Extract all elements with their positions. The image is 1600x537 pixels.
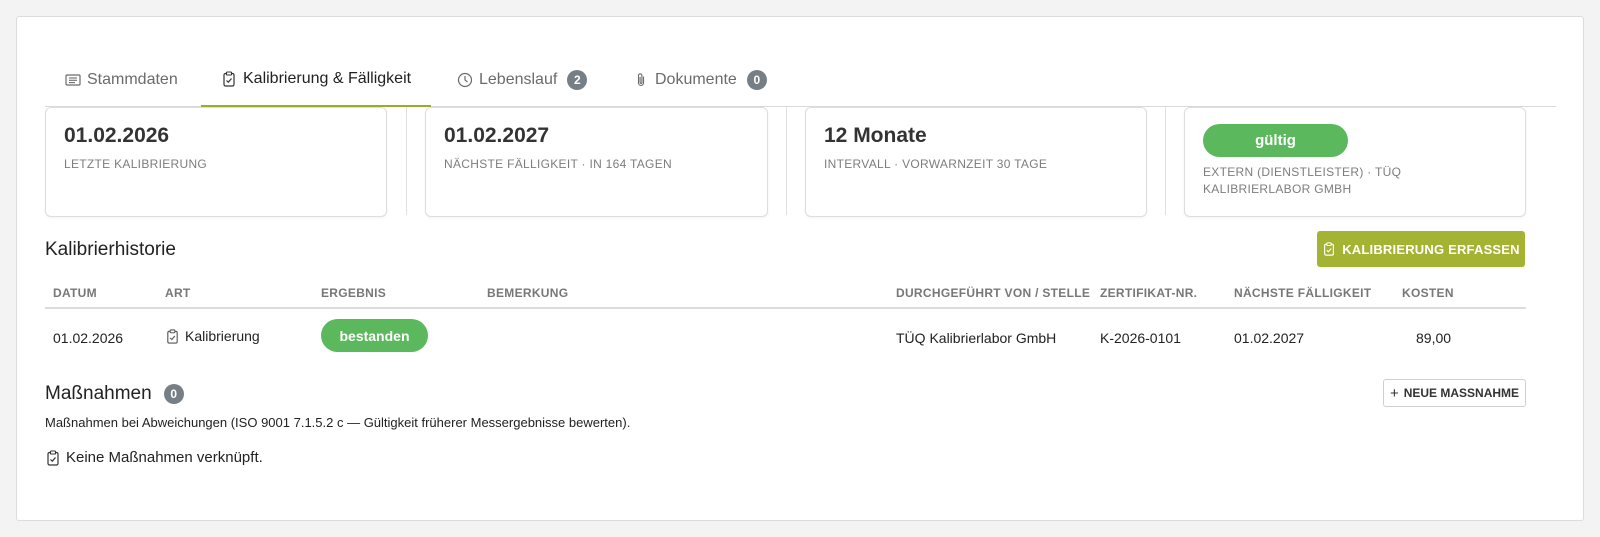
last-calibration-label: Letzte Kalibrierung	[64, 157, 208, 171]
tab-lebenslauf[interactable]: Lebenslauf 2	[457, 53, 588, 107]
tab-label: Dokumente	[655, 71, 737, 88]
row-type: Kalibrierung	[165, 328, 260, 344]
plus-icon: +	[1389, 384, 1399, 402]
row-certificate: K-2026-0101	[1100, 330, 1181, 346]
clipboard-check-icon	[221, 71, 237, 87]
interval-label: Intervall · Vorwarnzeit 30 Tage	[824, 157, 1048, 171]
row-type-label: Kalibrierung	[185, 328, 260, 344]
divider	[406, 107, 407, 215]
card-status: gültig Extern (Dienstleister) · TÜQ Kali…	[1184, 107, 1526, 217]
result-badge: bestanden	[321, 319, 428, 352]
measures-empty-state: Keine Maßnahmen verknüpft.	[45, 449, 263, 466]
tab-label: Kalibrierung & Fälligkeit	[243, 70, 412, 87]
table-row: 01.02.2026 Kalibrierung bestanden TÜQ Ka…	[45, 311, 1556, 367]
tab-kalibrierung[interactable]: Kalibrierung & Fälligkeit	[201, 53, 432, 107]
tab-label: Lebenslauf	[479, 71, 558, 88]
column-header: DURCHGEFÜHRT VON / STELLE	[896, 286, 1091, 300]
column-header: BEMERKUNG	[487, 286, 569, 300]
history-title: Kalibrierhistorie	[45, 239, 176, 260]
list-card-icon	[65, 72, 81, 88]
status-badge: gültig	[1203, 124, 1348, 157]
history-table-header: DATUM ART ERGEBNIS BEMERKUNG DURCHGEFÜHR…	[45, 279, 1526, 309]
card-last-calibration: 01.02.2026 Letzte Kalibrierung	[45, 107, 387, 217]
measures-header: Maßnahmen 0	[45, 383, 184, 405]
status-label: Extern (Dienstleister) · TÜQ Kalibrierla…	[1203, 165, 1402, 196]
next-due-date: 01.02.2027	[444, 124, 550, 147]
divider	[1165, 107, 1166, 215]
calibration-panel: Stammdaten Kalibrierung & Fälligkeit Leb…	[16, 16, 1584, 521]
measures-description: Maßnahmen bei Abweichungen (ISO 9001 7.1…	[45, 415, 631, 430]
row-next-due: 01.02.2027	[1234, 330, 1305, 346]
card-interval: 12 Monate Intervall · Vorwarnzeit 30 Tag…	[805, 107, 1147, 217]
add-measure-button[interactable]: + NEUE MASSNAHME	[1383, 379, 1526, 407]
tab-dokumente[interactable]: Dokumente 0	[633, 53, 767, 107]
empty-text: Keine Maßnahmen verknüpft.	[66, 449, 263, 466]
clipboard-check-icon	[167, 328, 178, 344]
divider	[786, 107, 787, 215]
tab-label: Stammdaten	[87, 71, 178, 88]
count-badge: 0	[746, 70, 767, 90]
count-badge: 0	[163, 384, 184, 404]
card-next-due: 01.02.2027 Nächste Fälligkeit · in 164 T…	[425, 107, 768, 217]
clock-icon	[457, 72, 473, 88]
tab-stammdaten[interactable]: Stammdaten	[65, 53, 178, 107]
column-header: ERGEBNIS	[321, 286, 387, 300]
count-badge: 2	[567, 70, 588, 90]
clipboard-check-icon	[1324, 242, 1335, 256]
row-performed-by: TÜQ Kalibrierlabor GmbH	[896, 330, 1057, 346]
next-due-label: Nächste Fälligkeit · in 164 Tagen	[444, 157, 672, 171]
clipboard-check-icon	[47, 449, 59, 466]
row-date: 01.02.2026	[53, 330, 124, 346]
last-calibration-date: 01.02.2026	[64, 124, 170, 147]
column-header: KOSTEN	[1402, 286, 1454, 300]
column-header: ART	[165, 286, 191, 300]
measures-title: Maßnahmen	[45, 383, 152, 404]
column-header: DATUM	[53, 286, 97, 300]
tab-bar: Stammdaten Kalibrierung & Fälligkeit Leb…	[45, 53, 1556, 107]
column-header: NÄCHSTE FÄLLIGKEIT	[1234, 286, 1372, 300]
add-calibration-button[interactable]: KALIBRIERUNG ERFASSEN	[1317, 231, 1525, 267]
button-label: NEUE MASSNAHME	[1403, 386, 1520, 400]
paperclip-icon	[633, 72, 649, 88]
button-label: KALIBRIERUNG ERFASSEN	[1342, 241, 1520, 257]
column-header: ZERTIFIKAT-NR.	[1100, 286, 1198, 300]
interval-value: 12 Monate	[824, 124, 927, 147]
row-cost: 89,00	[1416, 330, 1452, 346]
